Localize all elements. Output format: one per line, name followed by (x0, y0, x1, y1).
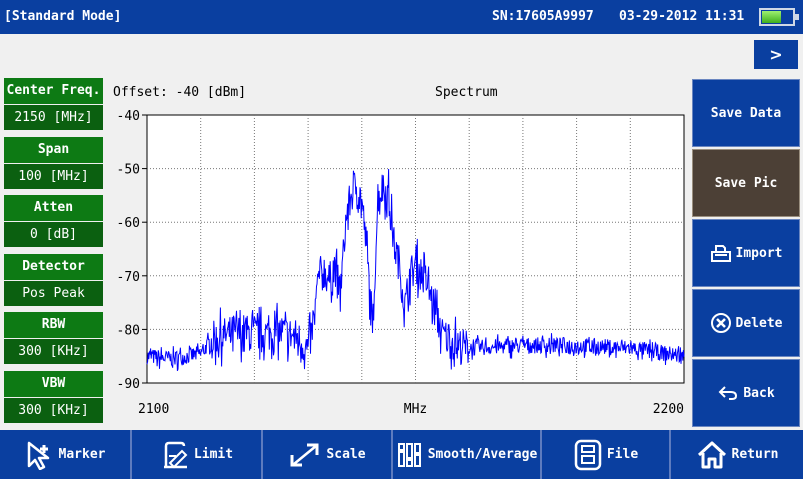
serial-number: SN:17605A9997 (492, 9, 594, 24)
y-tick-label: -90 (117, 377, 140, 392)
x-tick-label: 2200 (653, 402, 684, 417)
x-tick-label: 2100 (138, 402, 169, 417)
param-label-atten[interactable]: Atten (4, 195, 103, 221)
marker-label: Marker (58, 447, 106, 462)
scale-button[interactable]: Scale (263, 430, 393, 479)
param-value-span[interactable]: 100 [MHz] (4, 164, 103, 189)
delete-button[interactable]: Delete (692, 289, 800, 357)
param-value-center-freq[interactable]: 2150 [MHz] (4, 105, 103, 130)
chevron-right-icon: > (769, 45, 783, 64)
param-value-rbw[interactable]: 300 [KHz] (4, 339, 103, 364)
smooth-average-button[interactable]: Smooth/Average (393, 430, 542, 479)
back-arrow-icon (717, 384, 739, 402)
limit-label: Limit (193, 447, 234, 462)
x-axis-label: MHz (404, 402, 427, 417)
battery-level-fill (762, 11, 782, 23)
param-label-span[interactable]: Span (4, 137, 103, 163)
param-label-detector[interactable]: Detector (4, 254, 103, 280)
scale-icon (288, 440, 322, 470)
back-button[interactable]: Back (692, 359, 800, 427)
delete-icon (710, 312, 732, 334)
next-page-button[interactable]: > (754, 40, 798, 69)
param-label-rbw[interactable]: RBW (4, 312, 103, 338)
import-label: Import (735, 245, 783, 261)
scale-label: Scale (326, 447, 366, 462)
param-value-detector[interactable]: Pos Peak (4, 281, 103, 306)
smooth-icon (396, 440, 424, 470)
offset-readout: Offset: -40 [dBm] (113, 85, 247, 100)
save-data-label: Save Data (710, 105, 782, 121)
param-label-vbw[interactable]: VBW (4, 371, 103, 397)
battery-icon (759, 8, 799, 26)
chart-title: Spectrum (435, 85, 498, 100)
y-tick-label: -60 (117, 216, 140, 231)
save-data-button[interactable]: Save Data (692, 79, 800, 147)
back-label: Back (743, 385, 775, 401)
marker-button[interactable]: Marker (0, 430, 132, 479)
file-label: File (606, 447, 639, 462)
param-value-atten[interactable]: 0 [dB] (4, 222, 103, 247)
y-tick-label: -70 (117, 270, 140, 285)
limit-button[interactable]: Limit (132, 430, 263, 479)
marker-icon (25, 440, 55, 470)
import-icon (710, 243, 732, 263)
save-pic-label: Save Pic (714, 175, 778, 191)
import-button[interactable]: Import (692, 219, 800, 287)
file-button[interactable]: File (542, 430, 671, 479)
param-value-vbw[interactable]: 300 [KHz] (4, 398, 103, 423)
home-icon (696, 440, 728, 470)
spectrum-chart[interactable]: -40 -50 -60 -70 -80 -90 2100 2200 MHz (105, 105, 690, 425)
limit-icon (160, 440, 190, 470)
return-button[interactable]: Return (671, 430, 803, 479)
mode-label: [Standard Mode] (4, 9, 122, 24)
status-bar: [Standard Mode] SN:17605A9997 03-29-2012… (0, 0, 803, 34)
file-icon (573, 439, 603, 471)
y-tick-label: -80 (117, 323, 140, 338)
delete-label: Delete (735, 315, 783, 331)
y-tick-label: -50 (117, 163, 140, 178)
param-label-center-freq[interactable]: Center Freq. (4, 78, 103, 104)
save-pic-button[interactable]: Save Pic (692, 149, 800, 217)
date-time: 03-29-2012 11:31 (619, 9, 745, 24)
y-tick-label: -40 (117, 109, 140, 124)
return-label: Return (731, 447, 779, 462)
smooth-average-label: Smooth/Average (427, 447, 538, 462)
